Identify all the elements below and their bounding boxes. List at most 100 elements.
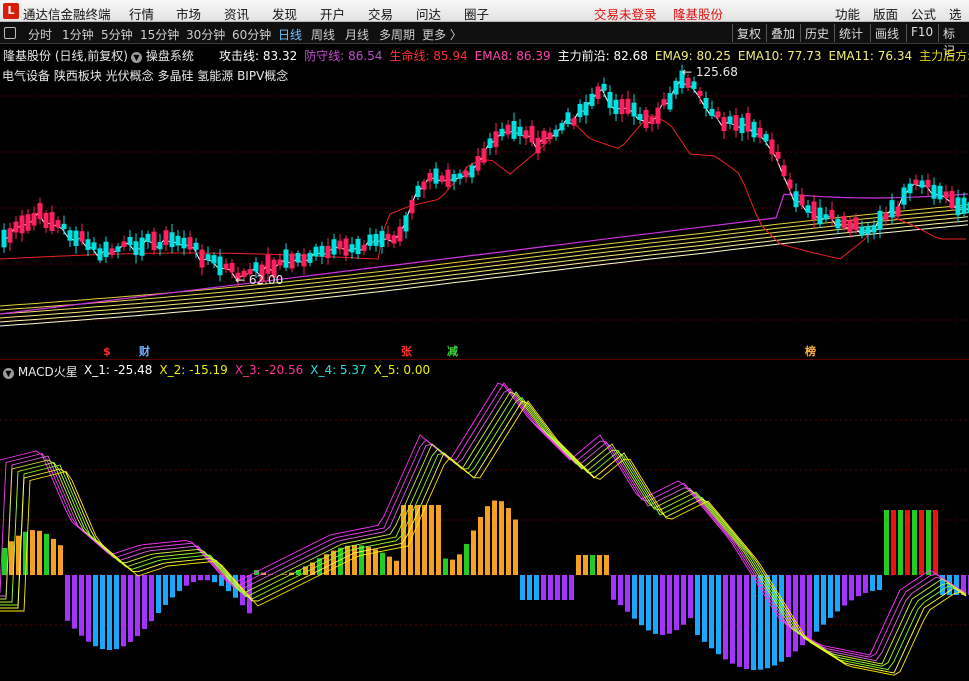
period-monthly[interactable]: 月线 (345, 26, 369, 43)
event-marker-finance[interactable]: 财 (139, 346, 150, 358)
trading-system-selector[interactable]: ▼ 操盘系统 (131, 47, 194, 64)
candle-body (637, 114, 643, 120)
menu-item-wenda[interactable]: 问达 (416, 4, 441, 23)
life-line (0, 115, 966, 260)
macd-bar (422, 505, 427, 575)
macd-bar (198, 575, 203, 581)
chevron-down-icon[interactable]: ▼ (3, 368, 14, 379)
candle-body (589, 93, 595, 106)
period-daily[interactable]: 日线 (278, 26, 302, 43)
candle-body (1, 229, 7, 248)
candle-body (577, 103, 583, 118)
macd-bar (506, 507, 511, 575)
chevron-down-icon[interactable]: ▼ (131, 52, 142, 63)
candle-body (769, 139, 775, 155)
period-30min[interactable]: 30分钟 (186, 26, 225, 43)
candle-body (151, 231, 157, 251)
menu-item-trade[interactable]: 交易 (368, 4, 393, 23)
candle-body (169, 232, 175, 248)
candle-body (373, 233, 379, 246)
period-timeshare[interactable]: 分时 (28, 26, 52, 43)
menu-item-open-account[interactable]: 开户 (320, 4, 345, 23)
candle-body (67, 230, 73, 241)
event-marker-limit-up[interactable]: 张 (401, 346, 412, 358)
macd-bar (114, 575, 119, 650)
app-logo-icon[interactable]: L (3, 3, 19, 19)
macd-bar (828, 575, 833, 618)
statistics-button[interactable]: 统计 (834, 24, 867, 42)
chart-title: 隆基股份 (日线,前复权) (3, 49, 128, 63)
menu-item-markets[interactable]: 市场 (176, 4, 201, 23)
macd-bar (359, 545, 364, 575)
macd-bar (674, 575, 679, 631)
event-marker-list[interactable]: 榜 (805, 346, 816, 358)
candle-body (961, 197, 967, 214)
layout-toggle-icon[interactable] (4, 27, 16, 39)
menu-item-circle[interactable]: 圈子 (464, 4, 489, 23)
macd-title: MACD火星 (17, 365, 78, 379)
candle-body (25, 214, 31, 231)
menu-item-news[interactable]: 资讯 (224, 4, 249, 23)
candle-body (445, 169, 451, 187)
menu-item-function[interactable]: 功能 (835, 4, 860, 23)
kline-chart[interactable]: ← 125.68 ← 62.00 (0, 44, 969, 359)
candle-body (877, 210, 883, 230)
event-marker-dividend[interactable]: $ (103, 346, 111, 358)
history-button[interactable]: 历史 (800, 24, 833, 42)
macd-bar (450, 559, 455, 575)
mark-button[interactable]: 标记 (938, 24, 969, 58)
macd-bar (597, 555, 602, 575)
macd-histogram (2, 500, 969, 670)
period-more[interactable]: 更多 〉 (422, 26, 462, 43)
macd-bar (653, 575, 658, 634)
candle-body (715, 111, 721, 118)
macd-bar (51, 538, 56, 575)
event-marker-reduce[interactable]: 减 (447, 346, 458, 358)
candle-body (835, 218, 841, 229)
macd-selector[interactable]: ▼ MACD火星 (3, 363, 78, 380)
macd-bar (555, 575, 560, 600)
macd-bar (891, 510, 896, 575)
period-5min[interactable]: 5分钟 (101, 26, 133, 43)
candle-body (187, 237, 193, 250)
candle-body (529, 125, 535, 143)
period-60min[interactable]: 60分钟 (232, 26, 271, 43)
candle-body (517, 126, 523, 137)
candle-body (889, 200, 895, 218)
menu-item-layout[interactable]: 版面 (873, 4, 898, 23)
restore-rights-button[interactable]: 复权 (732, 24, 765, 42)
candle-body (127, 236, 133, 246)
trade-login-status[interactable]: 交易未登录 (594, 4, 657, 23)
candle-body (667, 93, 673, 110)
macd-bar (611, 575, 616, 600)
candle-body (907, 183, 913, 194)
period-weekly[interactable]: 周线 (311, 26, 335, 43)
macd-bar (219, 575, 224, 586)
macd-bar (44, 533, 49, 575)
macd-chart[interactable] (0, 360, 969, 681)
macd-bar (492, 500, 497, 575)
menu-item-formula[interactable]: 公式 (911, 4, 936, 23)
period-multi[interactable]: 多周期 (379, 26, 415, 43)
candle-body (73, 230, 79, 246)
candle-body (745, 113, 751, 132)
draw-line-button[interactable]: 画线 (870, 24, 903, 42)
period-15min[interactable]: 15分钟 (140, 26, 179, 43)
menu-item-market[interactable]: 行情 (129, 4, 154, 23)
macd-bar (394, 560, 399, 575)
candle-body (229, 263, 235, 273)
candle-body (571, 118, 577, 126)
candle-body (547, 132, 553, 140)
overlay-button[interactable]: 叠加 (766, 24, 799, 42)
candle-body (391, 235, 397, 244)
macd-bar (618, 575, 623, 606)
candle-body (535, 137, 541, 154)
macd-bar (464, 543, 469, 575)
f10-button[interactable]: F10 (906, 24, 937, 42)
candle-body (421, 181, 427, 190)
menu-item-discover[interactable]: 发现 (272, 4, 297, 23)
macd-bar (457, 554, 462, 575)
period-1min[interactable]: 1分钟 (62, 26, 94, 43)
candle-body (217, 256, 223, 276)
candle-body (703, 97, 709, 109)
